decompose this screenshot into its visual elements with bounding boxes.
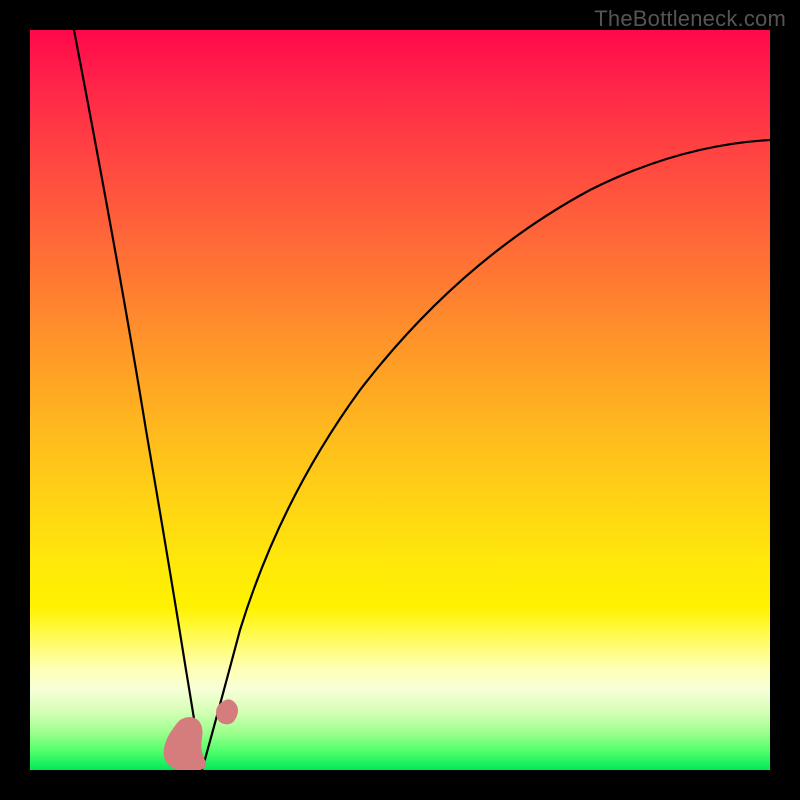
right-arm-curve <box>202 140 770 770</box>
chart-frame: TheBottleneck.com <box>0 0 800 800</box>
plot-area <box>30 30 770 770</box>
left-arm-curve <box>74 30 202 770</box>
curve-layer <box>30 30 770 770</box>
watermark-text: TheBottleneck.com <box>594 6 786 32</box>
blob-left <box>164 717 207 770</box>
